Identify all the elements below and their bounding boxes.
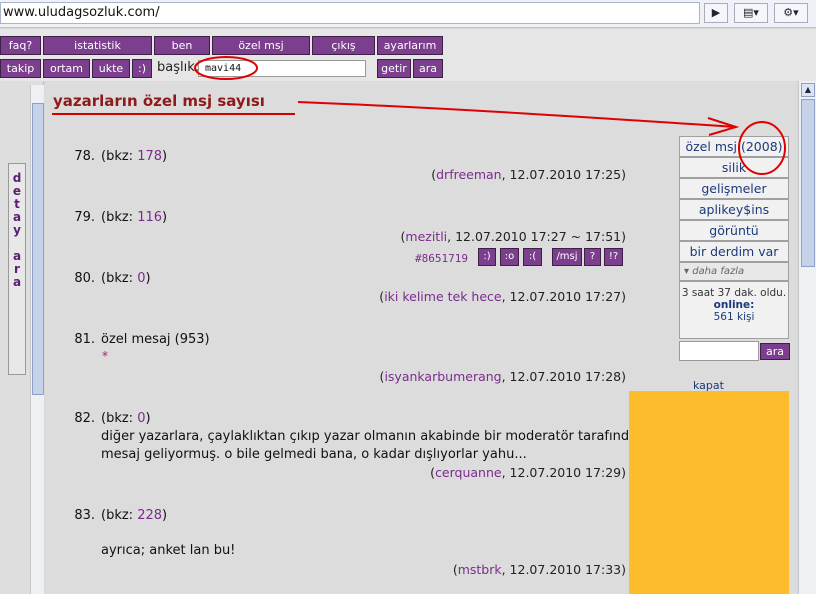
bkz-link[interactable]: 178 — [137, 149, 162, 164]
getir-button[interactable]: getir — [377, 59, 411, 78]
entry-author: (cerquanne, 12.07.2010 17:29) — [430, 465, 626, 480]
vote-smile-button[interactable]: :) — [478, 248, 496, 266]
left-scrollbar[interactable] — [30, 85, 44, 594]
detay-ara-tab[interactable]: d e t a y a r a — [8, 163, 26, 375]
report-button[interactable]: !? — [604, 248, 623, 266]
nav-faq-button[interactable]: faq? — [0, 36, 41, 55]
gelismeler-link[interactable]: gelişmeler — [679, 178, 789, 199]
online-box: 3 saat 37 dak. oldu. online: 561 kişi — [679, 281, 789, 339]
entry-star: * — [102, 349, 108, 363]
entry-text: özel mesaj (953) — [101, 332, 210, 347]
entry-author: (drfreeman, 12.07.2010 17:25) — [431, 167, 626, 182]
top-nav-frame: faq? istatistik ben özel msj çıkış ayarl… — [0, 29, 816, 81]
main-scrollbar[interactable]: ▲ — [798, 81, 816, 594]
left-frame: d e t a y a r a — [0, 81, 44, 594]
silik-link[interactable]: silik — [679, 157, 789, 178]
annotation-title: yazarların özel msj sayısı — [53, 92, 265, 110]
entry-text: (bkz: 0) — [101, 271, 151, 286]
address-bar: www.uludagsozluk.com/ ▶ ▤▾ ⚙▾ — [0, 0, 816, 28]
entry-author: (mstbrk, 12.07.2010 17:33) — [452, 562, 626, 577]
time-ago: 3 saat 37 dak. oldu. — [681, 287, 787, 299]
nav-smiley-button[interactable]: :) — [132, 59, 152, 78]
ara-button[interactable]: ara — [413, 59, 443, 78]
entry-text: (bkz: 228) — [101, 508, 168, 523]
vote-sad-button[interactable]: :( — [523, 248, 542, 266]
side-search-button[interactable]: ara — [760, 343, 790, 360]
online-count: 561 kişi — [713, 311, 755, 323]
online-label: online: — [713, 299, 755, 311]
author-link[interactable]: drfreeman — [436, 167, 501, 182]
nav-ozel-msj-button[interactable]: özel msj — [212, 36, 310, 55]
entry-text: (bkz: 178) — [101, 149, 168, 164]
entry-number: 78. — [74, 149, 95, 164]
entries-frame: yazarların özel msj sayısı 78. (bkz: 178… — [45, 81, 797, 594]
vote-neutral-button[interactable]: :o — [500, 248, 519, 266]
author-link[interactable]: isyankarbumerang — [384, 369, 501, 384]
left-scrollbar-thumb[interactable] — [32, 103, 44, 395]
entry-author: (iki kelime tek hece, 12.07.2010 17:27) — [379, 289, 626, 304]
entry-text: (bkz: 0) diğer yazarlara, çaylaklıktan ç… — [101, 411, 646, 462]
entry-text: ayrıca; anket lan bu! — [101, 543, 236, 558]
nav-ukte-button[interactable]: ukte — [92, 59, 130, 78]
nav-istatistik-button[interactable]: istatistik — [43, 36, 152, 55]
baslik-input[interactable]: mavi44 — [198, 60, 366, 77]
detay-ara-label: d e t a y a r a — [12, 171, 22, 289]
entry-text: (bkz: 116) — [101, 210, 168, 225]
page-menu-icon[interactable]: ▤▾ — [734, 3, 768, 23]
ozel-msj-count: (2008) — [740, 139, 783, 154]
entry-id-link[interactable]: #8651719 — [415, 252, 468, 265]
nav-ben-button[interactable]: ben — [154, 36, 210, 55]
side-search-input[interactable] — [679, 341, 759, 361]
author-link[interactable]: iki kelime tek hece — [384, 289, 501, 304]
nav-ayarlarim-button[interactable]: ayarlarım — [377, 36, 443, 55]
url-input[interactable]: www.uludagsozluk.com/ — [0, 2, 700, 24]
entry-author: (isyankarbumerang, 12.07.2010 17:28) — [379, 369, 626, 384]
ozel-msj-link[interactable]: özel msj (2008) — [679, 136, 789, 157]
nav-cikis-button[interactable]: çıkış — [312, 36, 375, 55]
ad-banner[interactable] — [629, 391, 789, 594]
entry-number: 81. — [74, 332, 95, 347]
entry-author: (mezitli, 12.07.2010 17:27 ~ 17:51) — [400, 229, 626, 244]
author-link[interactable]: mezitli — [405, 229, 447, 244]
aplikeysins-link[interactable]: aplikey$ins — [679, 199, 789, 220]
msj-button[interactable]: /msj — [552, 248, 582, 266]
bir-derdim-var-link[interactable]: bir derdim var — [679, 241, 789, 262]
question-button[interactable]: ? — [584, 248, 601, 266]
daha-fazla-toggle[interactable]: ▾ daha fazla — [679, 262, 789, 281]
bkz-link[interactable]: 116 — [137, 210, 162, 225]
main-scrollbar-thumb[interactable] — [801, 99, 815, 267]
nav-takip-button[interactable]: takip — [0, 59, 41, 78]
tools-menu-icon[interactable]: ⚙▾ — [774, 3, 808, 23]
scroll-up-icon[interactable]: ▲ — [801, 83, 815, 97]
go-icon[interactable]: ▶ — [704, 3, 728, 23]
annotation-underline — [52, 113, 295, 115]
entry-number: 83. — [74, 508, 95, 523]
baslik-label: başlık: — [157, 60, 200, 75]
goruntu-link[interactable]: görüntü — [679, 220, 789, 241]
author-link[interactable]: mstbrk — [458, 562, 502, 577]
entry-number: 82. — [74, 411, 95, 426]
author-link[interactable]: cerquanne — [435, 465, 502, 480]
nav-ortam-button[interactable]: ortam — [43, 59, 90, 78]
entry-number: 79. — [74, 210, 95, 225]
entry-number: 80. — [74, 271, 95, 286]
bkz-link[interactable]: 228 — [137, 508, 162, 523]
